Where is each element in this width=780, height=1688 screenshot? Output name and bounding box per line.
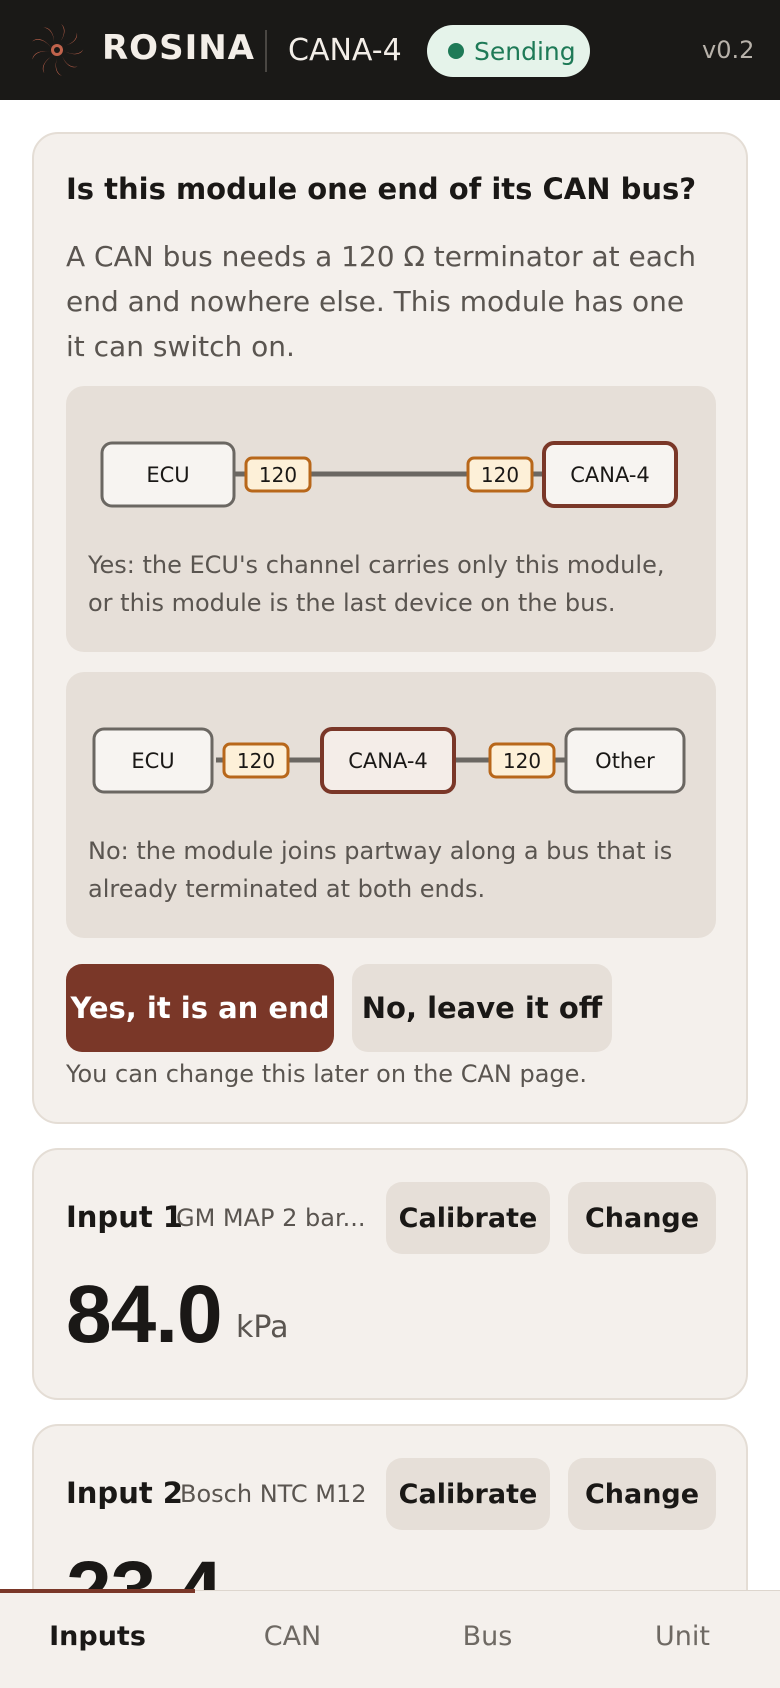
ecu-label: ECU — [131, 749, 174, 773]
status-badge: Sending — [427, 25, 590, 77]
input-sensor: GM MAP 2 bar... — [176, 1204, 366, 1232]
resistor-right: 120 — [488, 742, 556, 779]
module-label: CANA-4 — [570, 463, 650, 487]
nav-tab-inputs[interactable]: Inputs — [0, 1621, 195, 1652]
input-card: Input 1 GM MAP 2 bar... Calibrate Change… — [32, 1148, 748, 1400]
ecu-node: ECU — [92, 727, 214, 794]
termination-card: Is this module one end of its CAN bus? A… — [32, 132, 748, 1124]
diagram-no-graphic: ECU 120 CANA-4 120 Other — [92, 727, 686, 794]
change-button[interactable]: Change — [568, 1182, 716, 1254]
nav-tab-can[interactable]: CAN — [195, 1621, 390, 1652]
yes-end-button[interactable]: Yes, it is an end — [66, 964, 334, 1052]
change-later-note: You can change this later on the CAN pag… — [66, 1060, 588, 1088]
module-model: CANA-4 — [288, 33, 402, 68]
resistor-left-label: 120 — [237, 749, 275, 773]
no-leave-off-button[interactable]: No, leave it off — [352, 964, 612, 1052]
diagram-no: ECU 120 CANA-4 120 Other No: the module … — [66, 672, 716, 938]
status-dot-icon — [448, 43, 464, 59]
resistor-right-label: 120 — [481, 463, 519, 487]
header-divider — [265, 30, 267, 72]
diagram-yes-caption: Yes: the ECU's channel carries only this… — [88, 551, 665, 617]
input-value: 84.0 — [66, 1269, 223, 1360]
input-name: Input 2 — [66, 1476, 183, 1510]
resistor-right-label: 120 — [503, 749, 541, 773]
resistor-left: 120 — [244, 456, 312, 493]
module-node: CANA-4 — [542, 441, 678, 508]
termination-question: Is this module one end of its CAN bus? — [66, 172, 697, 206]
module-node: CANA-4 — [320, 727, 456, 794]
calibrate-button[interactable]: Calibrate — [386, 1182, 550, 1254]
ecu-label: ECU — [146, 463, 189, 487]
resistor-left: 120 — [222, 742, 290, 779]
app-header: ROSINA CANA-4 Sending v0.2 — [0, 0, 780, 100]
termination-description: A CAN bus needs a 120 Ω terminator at ea… — [66, 240, 697, 363]
ecu-node: ECU — [100, 441, 236, 508]
input-unit: kPa — [236, 1310, 289, 1345]
module-label: CANA-4 — [348, 749, 428, 773]
nav-active-indicator — [0, 1589, 195, 1593]
nav-tab-unit[interactable]: Unit — [585, 1621, 780, 1652]
brand-name: ROSINA — [102, 28, 255, 68]
nav-tab-bus[interactable]: Bus — [390, 1621, 585, 1652]
input-name: Input 1 — [66, 1200, 183, 1234]
status-text: Sending — [474, 37, 576, 66]
diagram-yes: ECU 120 120 CANA-4 Yes: the ECU's channe… — [66, 386, 716, 652]
calibrate-button[interactable]: Calibrate — [386, 1458, 550, 1530]
diagram-yes-graphic: ECU 120 120 CANA-4 — [100, 441, 678, 508]
change-button[interactable]: Change — [568, 1458, 716, 1530]
resistor-right: 120 — [466, 456, 534, 493]
other-label: Other — [595, 749, 655, 773]
diagram-no-caption: No: the module joins partway along a bus… — [88, 837, 673, 903]
other-node: Other — [564, 727, 686, 794]
resistor-left-label: 120 — [259, 463, 297, 487]
version-label: v0.2 — [702, 36, 755, 64]
input-sensor: Bosch NTC M12 — [180, 1480, 367, 1508]
bottom-nav: Inputs CAN Bus Unit — [0, 1589, 780, 1688]
rosina-logo-icon — [30, 24, 84, 77]
